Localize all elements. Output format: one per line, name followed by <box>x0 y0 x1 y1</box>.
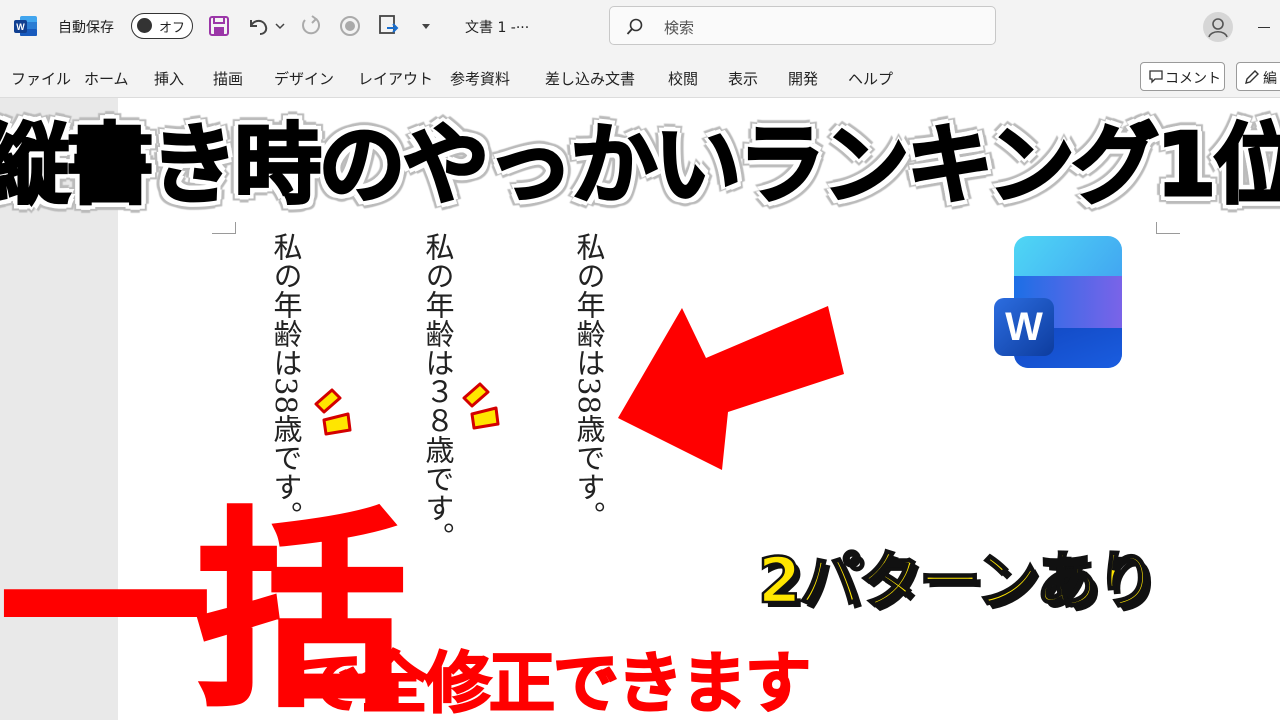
crop-mark <box>1156 222 1180 234</box>
title-bar: W 自動保存 オフ 文書 1 -··· 検索 <box>0 0 1280 56</box>
vertical-text-column-2[interactable]: 私の年齢は３８歳です。 <box>420 232 456 551</box>
save-button[interactable] <box>205 12 233 40</box>
user-avatar[interactable] <box>1203 12 1233 42</box>
toggle-knob <box>137 18 152 33</box>
document-title[interactable]: 文書 1 -··· <box>465 17 529 37</box>
customize-toolbar-button[interactable] <box>416 12 436 40</box>
autosave-label: 自動保存 <box>58 20 114 36</box>
editing-label: 編 <box>1263 71 1277 87</box>
crop-mark <box>212 222 236 234</box>
tab-mailings[interactable]: 差し込み文書 <box>545 68 635 89</box>
minimize-button[interactable] <box>1258 27 1270 28</box>
undo-icon <box>250 19 268 35</box>
search-input[interactable]: 検索 <box>609 6 996 45</box>
share-document-button[interactable] <box>375 12 403 40</box>
word-brand-icon: W <box>994 236 1122 368</box>
tab-design[interactable]: デザイン <box>274 68 334 89</box>
pencil-icon <box>1245 70 1259 84</box>
tab-developer[interactable]: 開発 <box>788 68 818 89</box>
headline-text: 縦書き時のやっかいランキング1位 <box>0 113 1280 218</box>
tab-references[interactable]: 参考資料 <box>450 68 510 89</box>
tab-insert[interactable]: 挿入 <box>154 68 184 89</box>
search-icon <box>626 18 643 35</box>
record-button[interactable] <box>336 12 364 40</box>
redo-button[interactable] <box>296 12 324 40</box>
dropdown-arrow-icon <box>422 24 430 29</box>
undo-dropdown-button[interactable] <box>272 12 288 40</box>
svg-text:W: W <box>16 22 25 32</box>
search-placeholder: 検索 <box>664 19 695 37</box>
headline-banner: 縦書き時のやっかいランキング1位 <box>0 98 1280 218</box>
editing-button[interactable]: 編 <box>1236 62 1280 91</box>
tab-file[interactable]: ファイル <box>11 68 71 89</box>
comment-icon <box>1149 70 1163 84</box>
autosave-state-label: オフ <box>159 21 186 36</box>
tab-draw[interactable]: 描画 <box>213 68 243 89</box>
sparkle-icon <box>462 382 500 430</box>
ribbon-tabs: ファイル ホーム 挿入 描画 デザイン レイアウト 参考資料 差し込み文書 校閲… <box>0 56 1280 98</box>
fix-all-caption: で全修正できます <box>296 644 812 720</box>
autosave-toggle[interactable]: オフ <box>131 13 193 39</box>
redo-icon <box>302 15 321 35</box>
vertical-text-column-3[interactable]: 私の年齢は38歳です。 <box>571 232 607 530</box>
vertical-text-column-1[interactable]: 私の年齢は38歳です。 <box>268 232 304 530</box>
comment-button[interactable]: コメント <box>1140 62 1225 91</box>
tab-help[interactable]: ヘルプ <box>848 68 893 89</box>
tab-layout[interactable]: レイアウト <box>358 68 433 89</box>
pointer-arrow-icon <box>618 306 844 470</box>
user-icon <box>1208 18 1228 38</box>
comment-label: コメント <box>1165 71 1221 87</box>
tab-home[interactable]: ホーム <box>84 68 129 89</box>
tab-view[interactable]: 表示 <box>728 68 758 89</box>
record-icon <box>340 16 360 36</box>
undo-button[interactable] <box>244 12 272 40</box>
svg-text:W: W <box>1005 305 1043 349</box>
save-icon <box>209 16 229 36</box>
sparkle-icon <box>314 388 352 436</box>
document-share-icon <box>379 15 399 34</box>
patterns-caption: 2パターンあり <box>757 543 1160 619</box>
chevron-down-icon <box>275 23 285 30</box>
word-app-icon[interactable]: W <box>14 15 38 37</box>
tab-review[interactable]: 校閲 <box>668 68 698 89</box>
